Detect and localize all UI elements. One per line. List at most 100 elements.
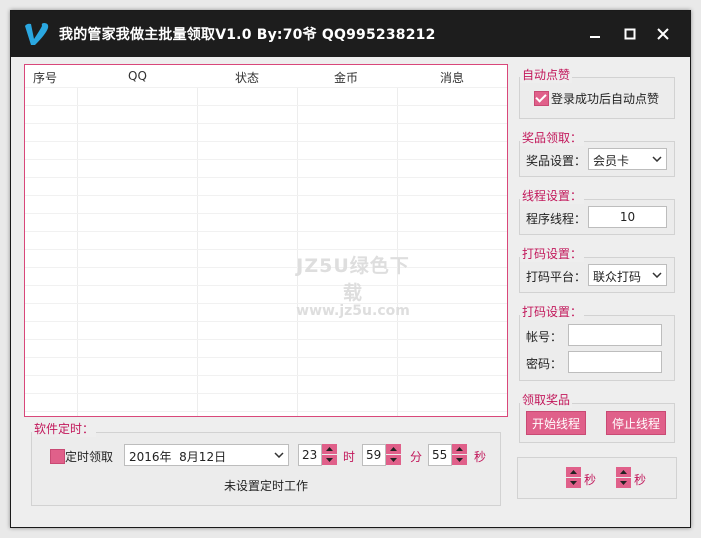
watermark-line2: www.jz5u.com xyxy=(296,303,410,319)
watermark-line1: JZ5U绿色下载 xyxy=(296,255,410,304)
row-separator xyxy=(25,267,507,268)
password-label: 密码： xyxy=(526,357,563,371)
account-grid[interactable]: 序号 QQ 状态 金币 消息 JZ5U绿色下载 www.jz5u.com xyxy=(24,64,508,417)
maximize-button[interactable] xyxy=(616,21,644,47)
spin-up-icon[interactable] xyxy=(452,444,467,454)
row-separator xyxy=(25,285,507,286)
logo-v-icon xyxy=(25,23,49,45)
captcha-platform-label: 打码平台： xyxy=(526,270,587,284)
timer-checkbox[interactable] xyxy=(50,449,65,464)
window-title: 我的管家我做主批量领取V1.0 By:70爷 QQ995238212 xyxy=(59,27,436,43)
spin-up-icon[interactable] xyxy=(566,467,581,477)
spin-down-icon[interactable] xyxy=(386,455,401,465)
prize-group-label: 奖品领取： xyxy=(520,129,585,146)
spin-up-icon[interactable] xyxy=(322,444,337,454)
prize-select[interactable]: 会员卡 xyxy=(588,148,667,170)
auto-like-group-label: 自动点赞 xyxy=(520,66,573,83)
thread-count-input[interactable]: 10 xyxy=(588,206,667,228)
timer-hour-unit: 时 xyxy=(343,450,356,464)
row-separator xyxy=(25,303,507,304)
timer-checkbox-label[interactable]: 定时领取 xyxy=(65,448,113,465)
row-separator xyxy=(25,375,507,376)
row-separator xyxy=(25,177,507,178)
timer-minute-spinner[interactable] xyxy=(386,444,401,466)
spin-down-icon[interactable] xyxy=(566,478,581,488)
captcha-platform-select[interactable]: 联众打码 xyxy=(588,264,667,286)
row-separator xyxy=(25,105,507,106)
row-separator xyxy=(25,123,507,124)
title-bar[interactable]: 我的管家我做主批量领取V1.0 By:70爷 QQ995238212 xyxy=(11,11,690,57)
column-header-index[interactable]: 序号 xyxy=(33,69,57,86)
row-separator xyxy=(25,393,507,394)
delay-spinner-1[interactable] xyxy=(566,467,581,489)
auto-like-checkbox-label[interactable]: 登录成功后自动点赞 xyxy=(551,90,659,107)
captcha-platform-group: 打码平台： 联众打码 xyxy=(519,257,675,293)
timer-hour-input[interactable]: 23 xyxy=(298,444,322,466)
row-separator xyxy=(25,141,507,142)
row-separator xyxy=(25,411,507,412)
row-separator xyxy=(25,321,507,322)
column-header-status[interactable]: 状态 xyxy=(235,69,259,86)
start-thread-button[interactable]: 开始线程 xyxy=(526,411,586,435)
row-separator xyxy=(25,159,507,160)
minimize-icon xyxy=(590,36,600,38)
prize-group: 奖品设置： 会员卡 xyxy=(519,141,675,177)
chevron-down-icon xyxy=(648,265,666,285)
timer-second-spinner[interactable] xyxy=(452,444,467,466)
claim-group-label: 领取奖品 xyxy=(520,391,573,408)
delay-group: 秒 秒 xyxy=(517,457,677,499)
spin-down-icon[interactable] xyxy=(452,455,467,465)
close-icon xyxy=(657,28,669,40)
spin-down-icon[interactable] xyxy=(616,478,631,488)
captcha-account-group: 帐号： 密码： xyxy=(519,315,675,381)
timer-group: 定时领取 2016年 8月12日 23 时 59 分 55 秒 未设置定时工作 xyxy=(31,432,501,506)
timer-status-text: 未设置定时工作 xyxy=(224,479,309,493)
row-separator xyxy=(25,213,507,214)
timer-minute-input[interactable]: 59 xyxy=(362,444,386,466)
column-divider xyxy=(197,87,198,416)
stop-thread-button[interactable]: 停止线程 xyxy=(606,411,666,435)
row-separator xyxy=(25,339,507,340)
column-header-message[interactable]: 消息 xyxy=(440,69,464,86)
column-divider xyxy=(397,87,398,416)
delay-unit-2: 秒 xyxy=(634,473,647,487)
timer-second-unit: 秒 xyxy=(474,450,487,464)
column-header-coins[interactable]: 金币 xyxy=(334,69,358,86)
row-separator xyxy=(25,249,507,250)
row-separator xyxy=(25,87,507,88)
column-divider xyxy=(297,87,298,416)
grid-header: 序号 QQ 状态 金币 消息 xyxy=(25,65,507,87)
chevron-down-icon xyxy=(648,149,666,169)
delay-spinner-2[interactable] xyxy=(616,467,631,489)
maximize-icon xyxy=(624,28,636,40)
prize-select-value: 会员卡 xyxy=(593,154,630,168)
captcha-platform-value: 联众打码 xyxy=(593,270,642,284)
row-separator xyxy=(25,195,507,196)
timer-second-input[interactable]: 55 xyxy=(428,444,452,466)
spin-up-icon[interactable] xyxy=(616,467,631,477)
timer-date-picker[interactable]: 2016年 8月12日 xyxy=(124,444,289,466)
minimize-button[interactable] xyxy=(581,21,609,47)
row-separator xyxy=(25,231,507,232)
timer-group-label: 软件定时： xyxy=(32,420,97,437)
thread-group-label: 线程设置： xyxy=(520,187,585,204)
claim-group: 开始线程 停止线程 xyxy=(519,403,675,443)
column-header-qq[interactable]: QQ xyxy=(128,69,147,83)
column-divider xyxy=(77,87,78,416)
app-window: 我的管家我做主批量领取V1.0 By:70爷 QQ995238212 序号 QQ… xyxy=(10,10,691,528)
account-input[interactable] xyxy=(568,324,662,346)
timer-minute-unit: 分 xyxy=(410,450,423,464)
close-button[interactable] xyxy=(649,21,677,47)
spin-down-icon[interactable] xyxy=(322,455,337,465)
prize-setting-label: 奖品设置： xyxy=(526,154,587,168)
thread-count-label: 程序线程： xyxy=(526,212,587,226)
auto-like-group: 登录成功后自动点赞 xyxy=(519,77,675,119)
timer-date-value: 2016年 8月12日 xyxy=(129,450,227,464)
row-separator xyxy=(25,357,507,358)
captcha-account-group-label: 打码设置： xyxy=(520,303,585,320)
timer-hour-spinner[interactable] xyxy=(322,444,337,466)
password-input[interactable] xyxy=(568,351,662,373)
spin-up-icon[interactable] xyxy=(386,444,401,454)
captcha-platform-group-label: 打码设置： xyxy=(520,245,585,262)
auto-like-checkbox[interactable] xyxy=(534,91,549,106)
